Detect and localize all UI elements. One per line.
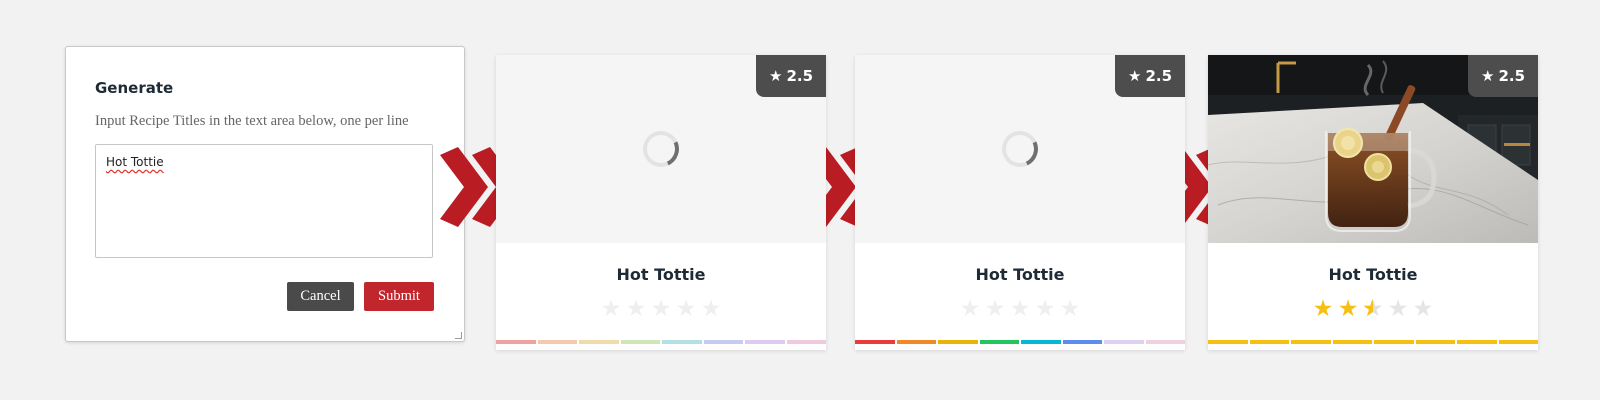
rating-badge-value: 2.5: [1498, 67, 1526, 85]
color-bar-segment: [1145, 340, 1185, 344]
star-rating[interactable]: ★ ★ ★ ★ ★: [1208, 297, 1538, 321]
progress-color-bar: [855, 340, 1185, 344]
star-icon[interactable]: ★: [600, 297, 622, 320]
color-bar-segment: [979, 340, 1021, 344]
star-icon[interactable]: ★: [1312, 297, 1334, 320]
card-title: Hot Tottie: [1328, 265, 1418, 284]
loading-spinner-icon: [637, 125, 685, 173]
progress-color-bar: [1208, 340, 1538, 344]
star-icon: ★: [768, 67, 783, 85]
color-bar-segment: [496, 340, 538, 344]
color-bar-segment: [1332, 340, 1374, 344]
star-icon[interactable]: ★: [1387, 297, 1409, 320]
star-icon[interactable]: ★: [959, 297, 981, 320]
star-icon: ★: [1127, 67, 1142, 85]
color-bar-segment: [745, 340, 787, 344]
rating-badge: ★ 2.5: [1468, 55, 1538, 97]
color-bar-segment: [1374, 340, 1416, 344]
recipe-card[interactable]: ★ 2.5 Hot Tottie ★ ★ ★ ★ ★: [496, 55, 826, 350]
rating-badge: ★ 2.5: [756, 55, 826, 97]
color-bar-segment: [1104, 340, 1146, 344]
resize-grip-icon[interactable]: [455, 332, 462, 339]
color-bar-segment: [896, 340, 938, 344]
rating-badge-value: 2.5: [786, 67, 814, 85]
generate-dialog: Generate Input Recipe Titles in the text…: [65, 46, 465, 342]
color-bar-segment: [1291, 340, 1333, 344]
color-bar-segment: [579, 340, 621, 344]
star-icon[interactable]: ★: [1412, 297, 1434, 320]
star-icon[interactable]: ★: [700, 297, 722, 320]
submit-button[interactable]: Submit: [364, 282, 434, 311]
star-icon[interactable]: ★: [1009, 297, 1031, 320]
dialog-description: Input Recipe Titles in the text area bel…: [95, 113, 409, 129]
star-icon[interactable]: ★: [984, 297, 1006, 320]
dialog-title: Generate: [95, 79, 174, 97]
color-bar-segment: [855, 340, 897, 344]
card-title: Hot Tottie: [616, 265, 706, 284]
star-icon[interactable]: ★: [675, 297, 697, 320]
loading-spinner-icon: [996, 125, 1044, 173]
color-bar-segment: [938, 340, 980, 344]
star-icon[interactable]: ★: [1362, 297, 1384, 321]
progress-color-bar: [496, 340, 826, 344]
recipe-titles-textarea[interactable]: [95, 144, 433, 258]
star-rating[interactable]: ★ ★ ★ ★ ★: [855, 297, 1185, 320]
color-bar-segment: [1208, 340, 1250, 344]
recipe-card[interactable]: ★ 2.5 Hot Tottie ★ ★ ★ ★ ★: [855, 55, 1185, 350]
star-icon[interactable]: ★: [1059, 297, 1081, 320]
color-bar-segment: [537, 340, 579, 344]
star-icon[interactable]: ★: [650, 297, 672, 320]
color-bar-segment: [1498, 340, 1538, 344]
color-bar-segment: [1415, 340, 1457, 344]
cancel-button[interactable]: Cancel: [287, 282, 354, 311]
recipe-card[interactable]: ★ 2.5 Hot Tottie ★ ★ ★ ★ ★: [1208, 55, 1538, 350]
star-rating[interactable]: ★ ★ ★ ★ ★: [496, 297, 826, 320]
color-bar-segment: [703, 340, 745, 344]
star-icon[interactable]: ★: [1337, 297, 1359, 320]
color-bar-segment: [1062, 340, 1104, 344]
star-icon[interactable]: ★: [1034, 297, 1056, 320]
rating-badge: ★ 2.5: [1115, 55, 1185, 97]
color-bar-segment: [1457, 340, 1499, 344]
card-title: Hot Tottie: [975, 265, 1065, 284]
color-bar-segment: [1249, 340, 1291, 344]
color-bar-segment: [662, 340, 704, 344]
star-icon: ★: [1480, 67, 1495, 85]
color-bar-segment: [786, 340, 826, 344]
color-bar-segment: [620, 340, 662, 344]
rating-badge-value: 2.5: [1145, 67, 1173, 85]
color-bar-segment: [1021, 340, 1063, 344]
star-icon[interactable]: ★: [625, 297, 647, 320]
